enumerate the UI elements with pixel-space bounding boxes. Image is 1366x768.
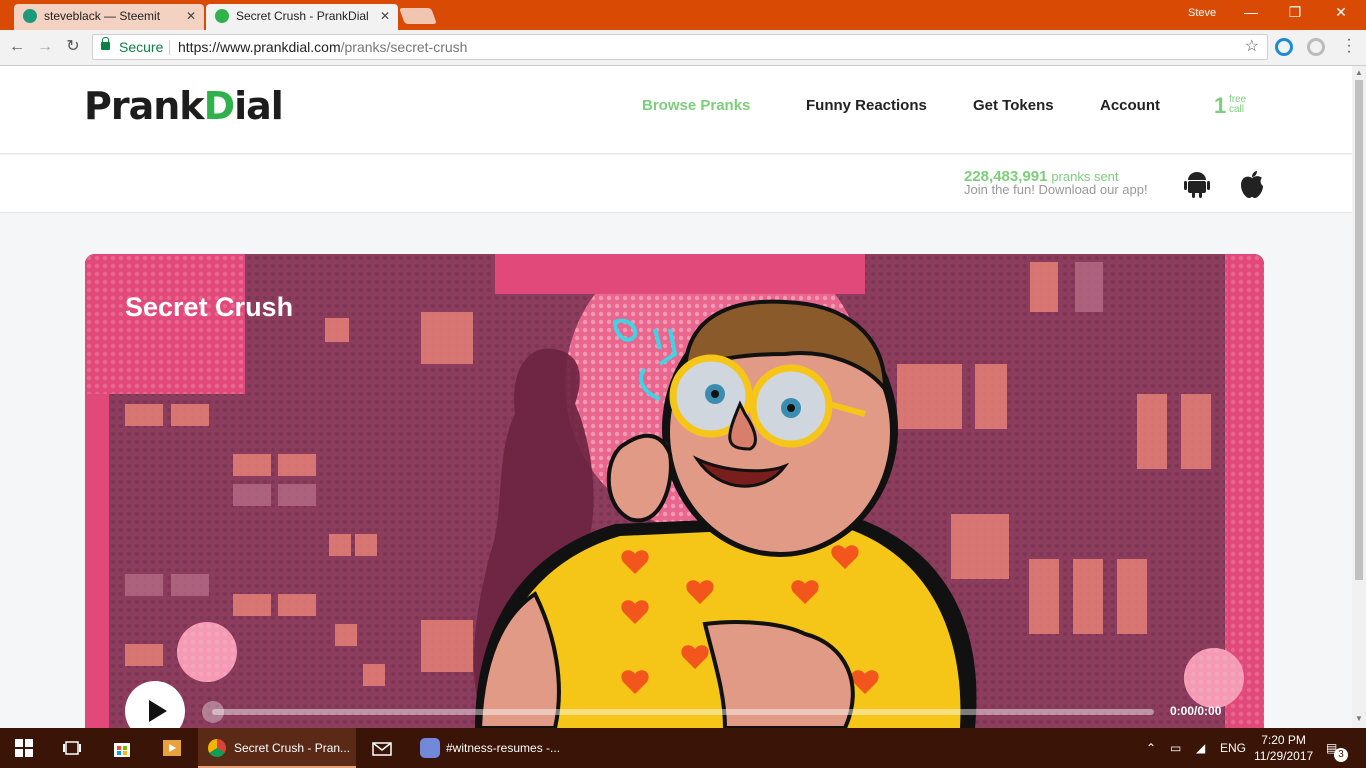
taskbar-item-label: #witness-resumes -... <box>446 741 561 755</box>
back-icon[interactable]: ← <box>6 36 28 58</box>
media-player-icon[interactable] <box>162 738 182 758</box>
tab-title: steveblack — Steemit <box>44 9 161 23</box>
tray-chevron-icon[interactable]: ⌃ <box>1146 728 1156 768</box>
scrollbar-thumb[interactable] <box>1355 80 1363 580</box>
store-icon[interactable] <box>112 738 132 758</box>
bookmark-star-icon[interactable]: ☆ <box>1245 35 1259 59</box>
browser-titlebar: steveblack — Steemit ✕ Secret Crush - Pr… <box>0 0 1366 30</box>
page-scrollbar[interactable]: ▲ ▼ <box>1352 66 1366 728</box>
close-icon[interactable]: ✕ <box>380 4 390 28</box>
scroll-down-icon[interactable]: ▼ <box>1355 714 1363 723</box>
nav-browse-pranks[interactable]: Browse Pranks <box>642 97 750 114</box>
chrome-menu-icon[interactable]: · · · <box>1344 32 1354 60</box>
free-call-badge[interactable]: 1 free call <box>1214 93 1246 119</box>
android-app-icon[interactable] <box>1183 169 1211 199</box>
action-center-icon[interactable]: ▤ <box>1326 728 1337 768</box>
windows-start-icon[interactable] <box>14 738 34 758</box>
divider <box>169 40 170 55</box>
reload-icon[interactable]: ↻ <box>62 36 84 58</box>
close-window-icon[interactable]: ✕ <box>1326 4 1356 21</box>
windows-taskbar: Secret Crush - Pran... #witness-resumes … <box>0 728 1366 768</box>
taskbar-discord-window[interactable]: #witness-resumes -... <box>412 728 572 768</box>
notification-count-badge: 3 <box>1334 748 1348 762</box>
site-header: PrankDial Browse Pranks Funny Reactions … <box>0 66 1352 154</box>
prankdial-icon <box>215 9 229 23</box>
language-indicator[interactable]: ENG <box>1220 728 1246 768</box>
url-text[interactable]: https://www.prankdial.com/pranks/secret-… <box>178 35 467 59</box>
audio-progress-knob[interactable] <box>202 701 224 723</box>
nav-account[interactable]: Account <box>1100 97 1160 114</box>
discord-icon <box>420 738 440 758</box>
prank-title: Secret Crush <box>125 292 294 322</box>
browser-toolbar: ← → ↻ Secure https://www.prankdial.com/p… <box>0 30 1366 66</box>
taskbar-chrome-window[interactable]: Secret Crush - Pran... <box>198 728 356 768</box>
new-tab-button[interactable] <box>399 8 437 24</box>
chrome-icon <box>208 739 226 757</box>
extension-icon[interactable] <box>1275 38 1293 56</box>
prankdial-logo[interactable]: PrankDial <box>84 84 284 128</box>
browser-tab-prankdial[interactable]: Secret Crush - PrankDial ✕ <box>206 4 398 30</box>
wifi-icon[interactable]: ◢ <box>1196 728 1205 768</box>
tab-title: Secret Crush - PrankDial <box>236 9 369 23</box>
secure-label: Secure <box>119 39 164 55</box>
audio-time: 0:00/0:00 <box>1170 704 1222 718</box>
close-icon[interactable]: ✕ <box>186 4 196 28</box>
forward-icon[interactable]: → <box>34 36 56 58</box>
pranks-sent-counter: 228,483,991 pranks sent Join the fun! Do… <box>964 168 1148 197</box>
prank-illustration <box>85 254 1264 728</box>
taskbar-item-label: Secret Crush - Pran... <box>234 741 351 755</box>
battery-icon[interactable]: ▭ <box>1170 728 1181 768</box>
scroll-up-icon[interactable]: ▲ <box>1355 68 1363 77</box>
extension-icon[interactable] <box>1307 38 1325 56</box>
mail-icon[interactable] <box>372 738 392 758</box>
minimize-icon[interactable]: — <box>1236 4 1266 20</box>
restore-icon[interactable]: ❐ <box>1280 4 1310 21</box>
audio-progress-bar[interactable] <box>212 709 1154 715</box>
apple-app-icon[interactable] <box>1238 169 1266 199</box>
address-bar[interactable]: Secure https://www.prankdial.com/pranks/… <box>92 34 1268 60</box>
task-view-icon[interactable] <box>62 738 82 758</box>
browser-tab-steemit[interactable]: steveblack — Steemit ✕ <box>14 4 204 30</box>
prank-hero: Secret Crush 0:00/0:00 <box>85 254 1264 728</box>
lock-icon <box>101 37 110 50</box>
steemit-icon <box>23 9 37 23</box>
system-clock[interactable]: 7:20 PM 11/29/2017 <box>1254 732 1313 764</box>
nav-funny-reactions[interactable]: Funny Reactions <box>806 97 927 114</box>
nav-get-tokens[interactable]: Get Tokens <box>973 97 1054 114</box>
stats-strip: 228,483,991 pranks sent Join the fun! Do… <box>0 155 1352 213</box>
profile-name[interactable]: Steve <box>1188 7 1216 19</box>
